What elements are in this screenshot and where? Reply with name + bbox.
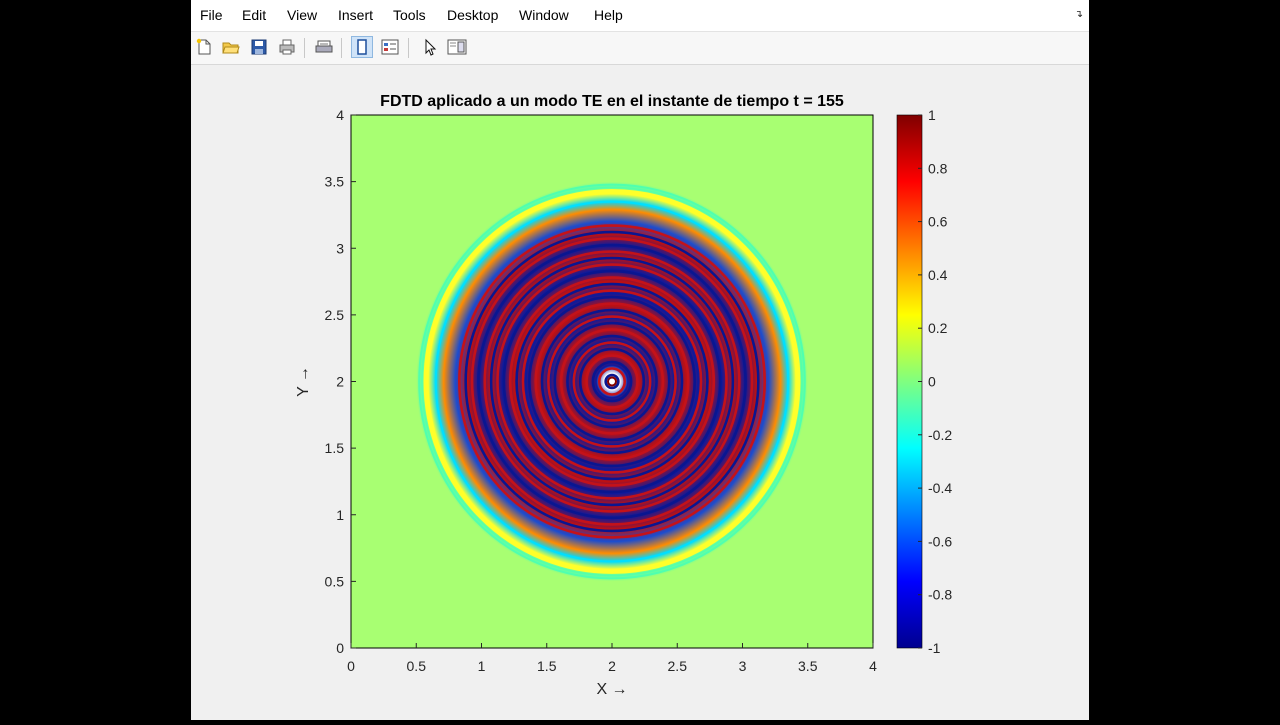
hide-plot-tools-icon bbox=[357, 39, 367, 55]
y-tick-label: 4 bbox=[336, 107, 344, 123]
print-icon bbox=[279, 39, 295, 55]
colorbar-tick-label: 0 bbox=[928, 374, 936, 390]
show-plot-tools-icon bbox=[381, 39, 399, 55]
open-file-icon bbox=[222, 42, 240, 54]
menu-tools[interactable]: Tools bbox=[393, 7, 426, 23]
menu-file[interactable]: File bbox=[200, 7, 223, 23]
dock-panel-icon bbox=[447, 39, 467, 55]
figure-canvas: FDTD aplicado a un modo TE en el instant… bbox=[191, 65, 1089, 720]
toolbar-separator bbox=[408, 38, 409, 58]
menu-desktop[interactable]: Desktop bbox=[447, 7, 498, 23]
menu-bar: File Edit View Insert Tools Desktop Wind… bbox=[191, 0, 1089, 32]
x-axis-label: X → bbox=[596, 681, 627, 698]
colorbar-tick-label: -0.4 bbox=[928, 480, 952, 496]
y-tick-label: 0.5 bbox=[325, 573, 345, 589]
edit-plot-pointer-icon bbox=[425, 38, 437, 56]
x-tick-label: 1.5 bbox=[537, 658, 557, 674]
dock-figure-icon[interactable]: ↴ bbox=[1075, 9, 1083, 20]
x-tick-label: 1 bbox=[478, 658, 486, 674]
y-tick-label: 0 bbox=[336, 640, 344, 656]
y-tick-label: 2 bbox=[336, 374, 344, 390]
colorbar-tick-label: 1 bbox=[928, 107, 936, 123]
open-file-button[interactable] bbox=[220, 36, 242, 58]
print-preview-icon bbox=[315, 40, 333, 53]
menu-help[interactable]: Help bbox=[594, 7, 623, 23]
x-tick-label: 3 bbox=[739, 658, 747, 674]
menu-view[interactable]: View bbox=[287, 7, 317, 23]
y-axis-label: Y → bbox=[295, 366, 312, 397]
y-tick-label: 1.5 bbox=[325, 440, 345, 456]
chart-title: FDTD aplicado a un modo TE en el instant… bbox=[380, 93, 844, 110]
menu-edit[interactable]: Edit bbox=[242, 7, 266, 23]
colorbar-tick-label: 0.2 bbox=[928, 320, 948, 336]
toolbar-separator bbox=[304, 38, 305, 58]
print-button[interactable] bbox=[276, 36, 298, 58]
x-tick-label: 2 bbox=[608, 658, 616, 674]
x-tick-label: 0 bbox=[347, 658, 355, 674]
save-icon bbox=[251, 39, 267, 55]
new-figure-icon bbox=[196, 38, 211, 55]
colorbar-tick-label: 0.8 bbox=[928, 160, 948, 176]
colorbar[interactable]: 1 0.8 0.6 0.4 0.2 0 -0.2 -0.4 -0.6 -0.8 -1 bbox=[896, 107, 952, 656]
heatmap-image bbox=[351, 115, 873, 648]
show-plot-tools-button[interactable] bbox=[379, 36, 401, 58]
source-point bbox=[607, 376, 617, 387]
print-preview-button[interactable] bbox=[313, 36, 335, 58]
dock-panel-button[interactable] bbox=[446, 36, 468, 58]
y-tick-label: 1 bbox=[336, 507, 344, 523]
y-tick-label: 3 bbox=[336, 240, 344, 256]
colorbar-tick-label: -0.2 bbox=[928, 427, 952, 443]
menu-window[interactable]: Window bbox=[519, 7, 569, 23]
hide-plot-tools-button[interactable] bbox=[351, 36, 373, 58]
colorbar-tick-label: -1 bbox=[928, 640, 941, 656]
colorbar-tick-label: -0.6 bbox=[928, 533, 952, 549]
colorbar-ticks: 1 0.8 0.6 0.4 0.2 0 -0.2 -0.4 -0.6 -0.8 -1 bbox=[918, 107, 952, 656]
y-tick-label: 2.5 bbox=[325, 307, 345, 323]
toolbar-separator bbox=[341, 38, 342, 58]
x-tick-label: 4 bbox=[869, 658, 877, 674]
figure-window: File Edit View Insert Tools Desktop Wind… bbox=[191, 0, 1089, 720]
figure-toolbar bbox=[191, 32, 1089, 65]
colorbar-tick-label: 0.6 bbox=[928, 214, 948, 230]
save-button[interactable] bbox=[248, 36, 270, 58]
plot-svg: FDTD aplicado a un modo TE en el instant… bbox=[295, 93, 952, 698]
x-tick-label: 2.5 bbox=[668, 658, 688, 674]
colorbar-tick-label: -0.8 bbox=[928, 587, 952, 603]
new-figure-button[interactable] bbox=[193, 36, 215, 58]
wave-rings bbox=[416, 181, 808, 582]
menu-insert[interactable]: Insert bbox=[338, 7, 373, 23]
x-tick-label: 3.5 bbox=[798, 658, 818, 674]
x-tick-label: 0.5 bbox=[407, 658, 427, 674]
colorbar-tick-label: 0.4 bbox=[928, 267, 948, 283]
y-tick-label: 3.5 bbox=[325, 174, 345, 190]
edit-plot-button[interactable] bbox=[419, 36, 441, 58]
